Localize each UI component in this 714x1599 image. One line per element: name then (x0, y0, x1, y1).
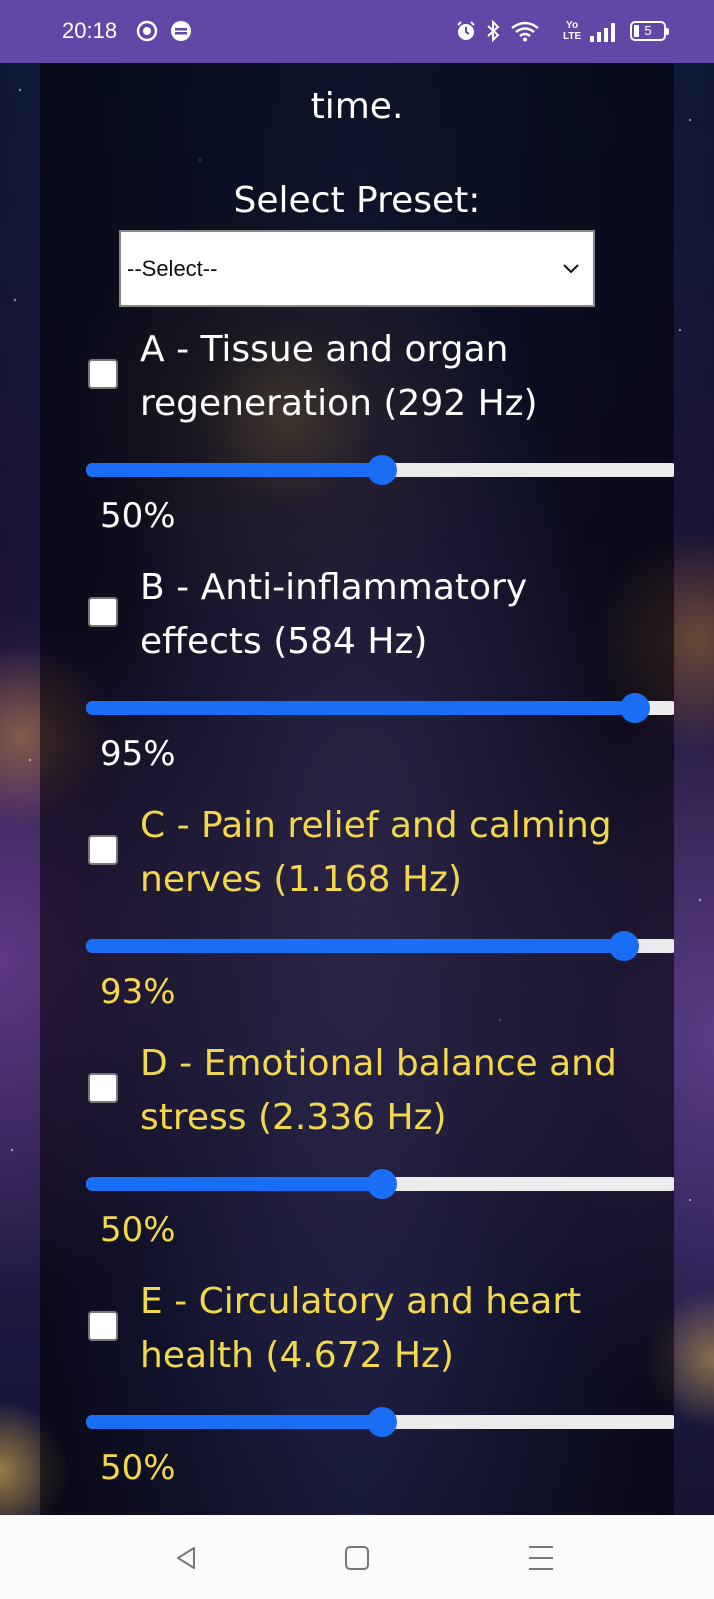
frequency-item: A - Tissue and organ regeneration (292 H… (40, 323, 674, 563)
frequency-label: A - Tissue and organ regeneration (292 H… (140, 329, 538, 424)
frequency-checkbox[interactable] (88, 597, 118, 627)
status-time: 20:18 (62, 18, 118, 43)
slider-track (86, 939, 674, 953)
frequency-label: E - Circulatory and heart health (4.672 … (140, 1281, 582, 1376)
volte-icon: Yo LTE (563, 20, 582, 42)
slider-progress (86, 939, 624, 953)
frequency-item: D - Emotional balance and stress (2.336 … (40, 1037, 674, 1277)
frequency-label: B - Anti-inflammatory effects (584 Hz) (140, 567, 528, 662)
volume-percent: 50% (100, 496, 176, 536)
volume-slider[interactable] (86, 1407, 674, 1437)
slider-progress (86, 463, 382, 477)
main-content: control their volume in real time. Selec… (40, 0, 674, 1515)
notification-icon (136, 20, 158, 42)
volume-percent: 95% (100, 734, 176, 774)
back-icon[interactable] (172, 1543, 202, 1573)
frequency-item: B - Anti-inflammatory effects (584 Hz) 9… (40, 561, 674, 801)
wifi-icon (510, 20, 540, 42)
volume-percent: 50% (100, 1448, 176, 1488)
frequency-item: C - Pain relief and calming nerves (1.16… (40, 799, 674, 1039)
slider-thumb[interactable] (367, 1169, 397, 1199)
app-notification-icon (170, 20, 192, 42)
status-bar: 20:18 Yo LTE 5 (0, 0, 714, 63)
signal-icon (590, 22, 622, 42)
frequency-checkbox[interactable] (88, 835, 118, 865)
intro-text: time. (310, 86, 404, 127)
frequency-checkbox[interactable] (88, 359, 118, 389)
volume-percent: 50% (100, 1210, 176, 1250)
slider-thumb[interactable] (608, 931, 639, 961)
frequency-checkbox[interactable] (88, 1311, 118, 1341)
slider-progress (86, 1415, 382, 1429)
slider-thumb[interactable] (619, 693, 650, 723)
menu-icon[interactable] (526, 1543, 556, 1573)
battery-level: 5 (644, 23, 652, 38)
slider-track (86, 701, 674, 715)
volume-slider[interactable] (86, 931, 674, 961)
volume-slider[interactable] (86, 455, 674, 485)
frequency-item: E - Circulatory and heart health (4.672 … (40, 1275, 674, 1515)
frequency-label: D - Emotional balance and stress (2.336 … (140, 1043, 617, 1138)
home-icon[interactable] (342, 1543, 372, 1573)
bluetooth-icon (482, 20, 504, 42)
volume-percent: 93% (100, 972, 176, 1012)
alarm-icon (455, 20, 477, 42)
chevron-down-icon (563, 264, 579, 274)
preset-label: Select Preset: (233, 180, 481, 221)
slider-thumb[interactable] (367, 455, 397, 485)
slider-thumb[interactable] (367, 1407, 397, 1437)
navigation-bar (0, 1515, 714, 1599)
battery-icon: 5 (630, 21, 669, 41)
frequency-checkbox[interactable] (88, 1073, 118, 1103)
volume-slider[interactable] (86, 1169, 674, 1199)
frequency-label: C - Pain relief and calming nerves (1.16… (140, 805, 612, 900)
preset-select-value: --Select-- (127, 255, 218, 281)
preset-select[interactable]: --Select-- (119, 230, 595, 307)
volume-slider[interactable] (86, 693, 674, 723)
slider-progress (86, 701, 635, 715)
slider-progress (86, 1177, 382, 1191)
